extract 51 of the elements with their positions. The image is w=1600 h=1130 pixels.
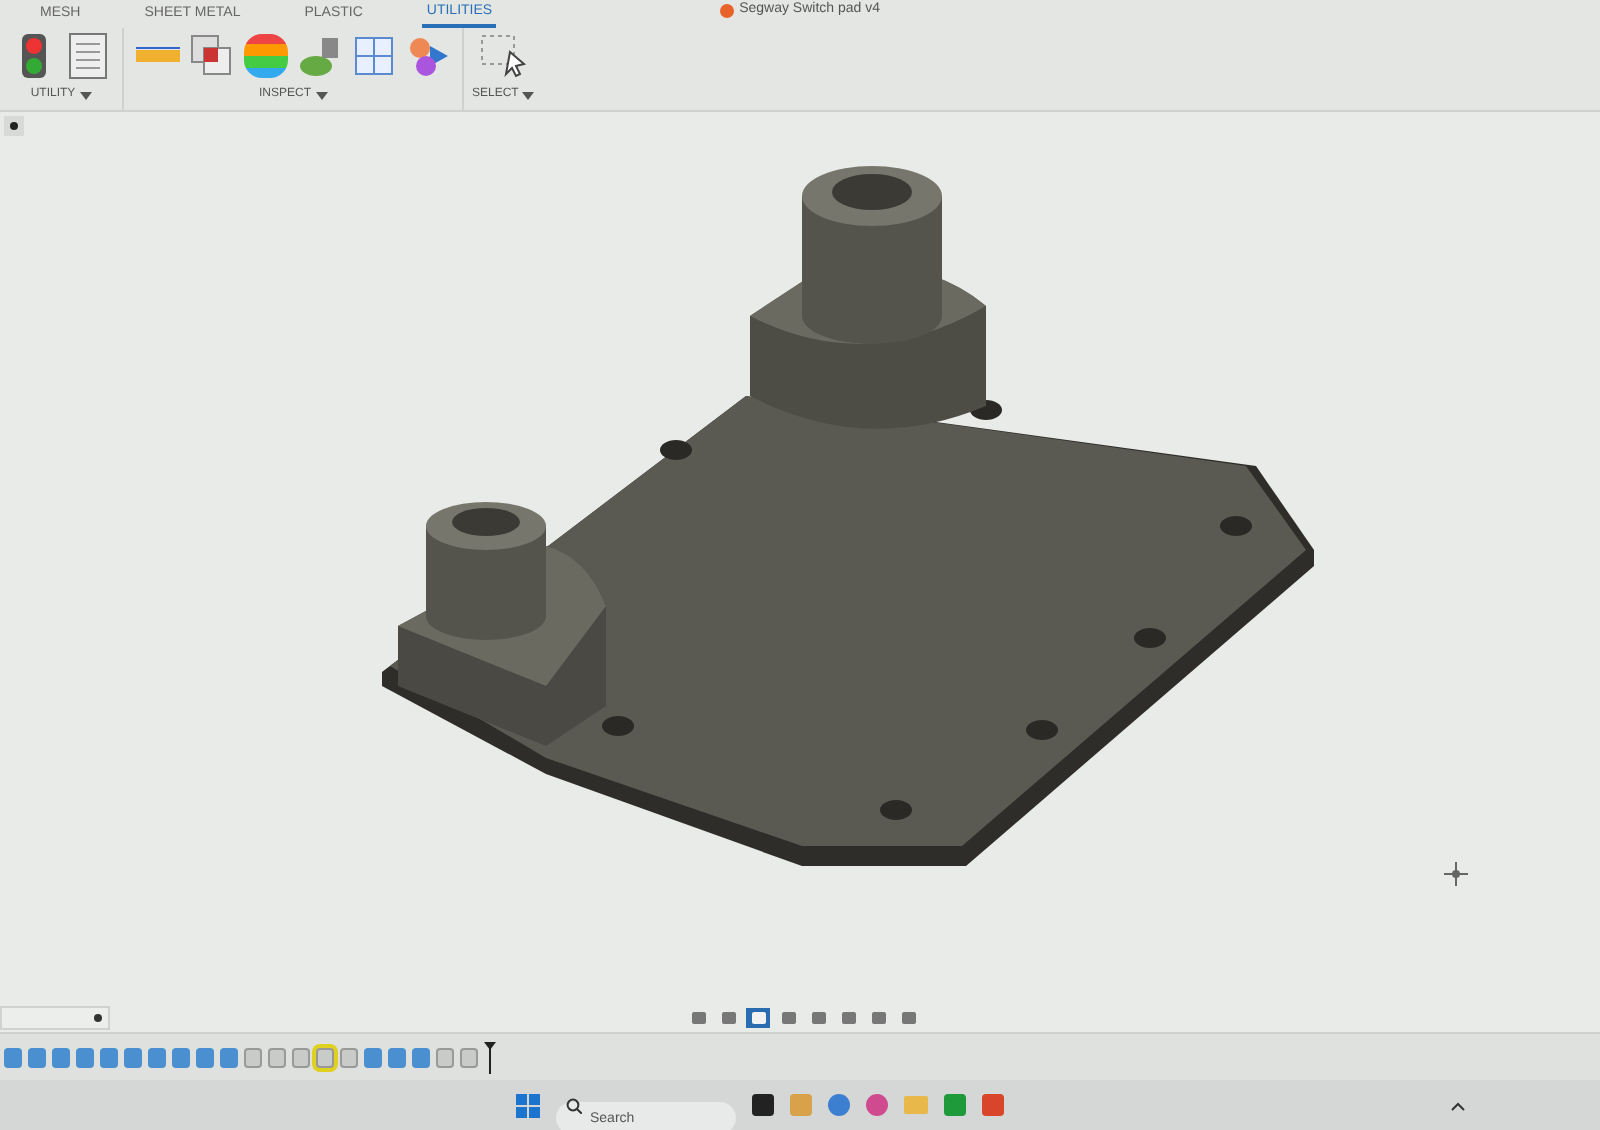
- chevron-up-icon[interactable]: [1450, 1099, 1466, 1111]
- view-tool-button[interactable]: [866, 1008, 890, 1028]
- timeline-sketch[interactable]: [340, 1047, 358, 1067]
- caret-icon: [79, 91, 92, 99]
- timeline-sketch[interactable]: [244, 1047, 262, 1067]
- tool-icon: [691, 1012, 705, 1024]
- timeline-sketch[interactable]: [460, 1047, 478, 1067]
- tool-icon: [811, 1012, 825, 1024]
- timeline-feature[interactable]: [172, 1047, 190, 1067]
- view-tool-button[interactable]: [776, 1008, 800, 1028]
- timeline-feature[interactable]: [76, 1047, 94, 1067]
- tool-icon: [721, 1012, 735, 1024]
- view-tool-button[interactable]: [806, 1008, 830, 1028]
- timeline-marker-icon: [484, 1041, 496, 1073]
- tool-icon: [751, 1012, 765, 1024]
- timeline-feature[interactable]: [412, 1047, 430, 1067]
- selection-box-icon[interactable]: [477, 30, 530, 82]
- timeline-feature[interactable]: [196, 1047, 214, 1067]
- view-cursor-icon: [1444, 862, 1468, 886]
- view-tool-button[interactable]: [896, 1008, 920, 1028]
- timeline-feature[interactable]: [364, 1047, 382, 1067]
- timeline-feature[interactable]: [28, 1047, 46, 1067]
- view-tool-button[interactable]: [686, 1008, 710, 1028]
- app-logo-icon: [719, 3, 734, 18]
- view-tool-button[interactable]: [836, 1008, 860, 1028]
- caret-icon: [522, 91, 535, 99]
- search-icon: [566, 1097, 582, 1113]
- app-icon[interactable]: [866, 1094, 888, 1116]
- timeline-feature[interactable]: [220, 1047, 238, 1067]
- timeline-feature[interactable]: [388, 1047, 406, 1067]
- timeline-sketch[interactable]: [268, 1047, 286, 1067]
- tool-icon: [841, 1012, 855, 1024]
- tool-icon: [901, 1012, 915, 1024]
- windows-logo-icon[interactable]: [516, 1093, 540, 1117]
- view-tool-button[interactable]: [716, 1008, 740, 1028]
- timeline-feature[interactable]: [4, 1047, 22, 1067]
- timeline-feature[interactable]: [124, 1047, 142, 1067]
- tool-icon: [871, 1012, 885, 1024]
- timeline-feature[interactable]: [52, 1047, 70, 1067]
- caret-icon: [315, 91, 327, 99]
- rainbow-stripes-icon[interactable]: [240, 30, 292, 82]
- timeline-sketch[interactable]: [292, 1047, 310, 1067]
- timeline-feature[interactable]: [100, 1047, 118, 1067]
- timeline-sketch[interactable]: [316, 1047, 334, 1067]
- timeline-sketch[interactable]: [436, 1047, 454, 1067]
- browser-toggle-button[interactable]: [4, 116, 24, 136]
- app-icon[interactable]: [752, 1094, 774, 1116]
- view-tool-button[interactable]: [746, 1008, 770, 1028]
- timeline-feature[interactable]: [148, 1047, 166, 1067]
- app-icon[interactable]: [828, 1094, 850, 1116]
- tool-icon: [781, 1012, 795, 1024]
